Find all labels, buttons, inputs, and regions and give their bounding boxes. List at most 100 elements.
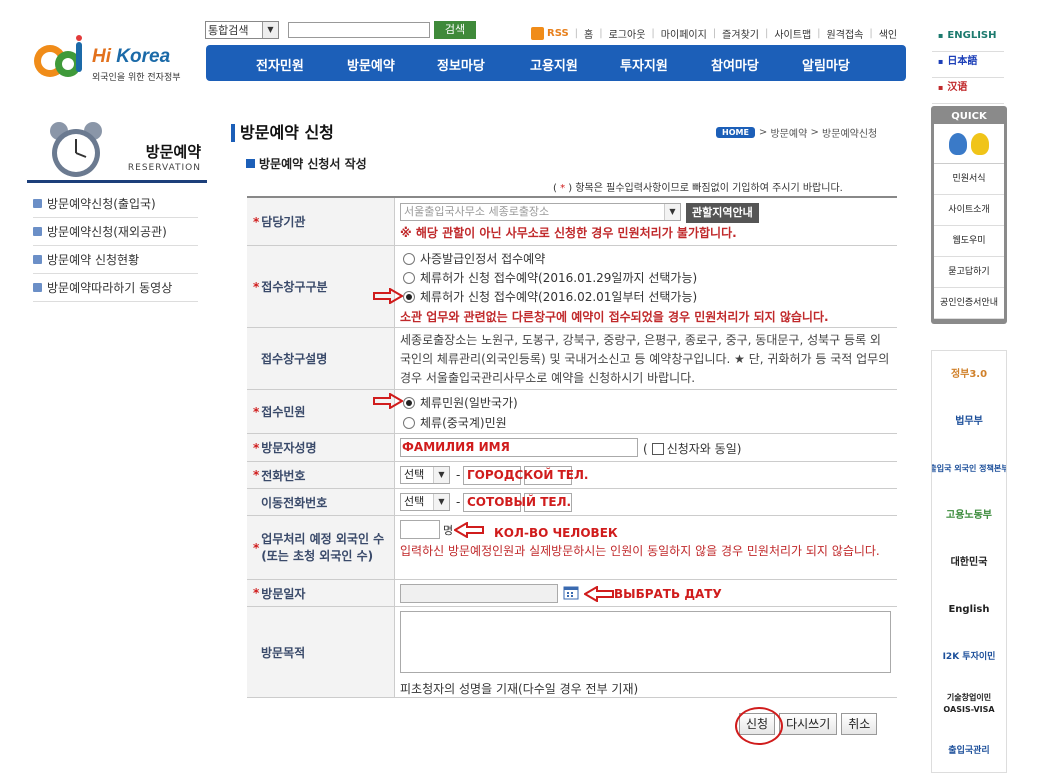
count-warning: 입력하신 방문예정인원과 실제방문하시는 인원이 동일하지 않을 경우 민원처리… <box>400 544 880 558</box>
office-warning: ※ 해당 관할이 아닌 사무소로 신청한 경우 민원처리가 불가합니다. <box>400 226 737 240</box>
banner-korea[interactable]: 대한민국 <box>932 539 1006 586</box>
home-link[interactable]: 홈 <box>584 26 593 41</box>
banner-oasis-visa[interactable]: 기술창업이민 OASIS-VISA <box>932 680 1006 727</box>
quick-certificate[interactable]: 공인인증서안내 <box>934 288 1004 319</box>
bullet-icon <box>246 159 255 168</box>
nav-visit-reservation[interactable]: 방문예약 <box>347 55 395 74</box>
chevron-down-icon: ▼ <box>433 494 449 510</box>
banner-ministry-justice[interactable]: 법무부 <box>932 398 1006 445</box>
radio-stay-chinese[interactable]: 체류(중국계)민원 <box>403 414 507 431</box>
bullet-icon <box>33 227 42 236</box>
visit-date-input[interactable] <box>400 584 558 603</box>
jurisdiction-info-button[interactable]: 관할지역안내 <box>686 203 759 223</box>
nav-notice[interactable]: 알림마당 <box>802 55 850 74</box>
dash: - <box>456 495 461 509</box>
row-visit-date: * 방문일자 ВЫБРАТЬ ДАТУ <box>247 580 897 607</box>
search-bar: 통합검색 ▼ 검색 <box>205 20 476 40</box>
visit-purpose-textarea[interactable] <box>400 611 891 673</box>
chevron-down-icon: ▼ <box>433 467 449 483</box>
phone-annotation: ГОРОДСКОЙ ТЕЛ. <box>467 468 589 482</box>
foreigner-count-input[interactable] <box>400 520 440 539</box>
breadcrumb-current: 방문예약신청 <box>822 129 878 140</box>
nav-e-civil[interactable]: 전자민원 <box>256 55 304 74</box>
nav-information[interactable]: 정보마당 <box>437 55 485 74</box>
dash: - <box>456 468 461 482</box>
radio-stay-permit-from-0201[interactable]: 체류허가 신청 접수예약(2016.02.01일부터 선택가능) <box>403 288 697 305</box>
banner-gov30[interactable]: 정부3.0 <box>932 351 1006 398</box>
quick-site-intro[interactable]: 사이트소개 <box>934 195 1004 226</box>
cancel-button[interactable]: 취소 <box>841 713 878 735</box>
side-item-reservation-status[interactable]: 방문예약 신청현황 <box>33 246 198 274</box>
radio-checked-icon <box>403 290 415 303</box>
radio-icon <box>403 252 415 265</box>
side-item-tutorial-video[interactable]: 방문예약따라하기 동영상 <box>33 274 198 302</box>
label-mobile: 이동전화번호 <box>247 489 395 515</box>
site-logo[interactable]: Hi Korea 외국인을 위한 전자정부 <box>32 34 192 86</box>
index-link[interactable]: 색인 <box>879 26 897 41</box>
language-menu: ENGLISH 日本語 汉语 <box>932 26 1004 104</box>
label-office: * 담당기관 <box>247 198 395 245</box>
banner-labor[interactable]: 고용노동부 <box>932 492 1006 539</box>
main-navigation: 전자민원 방문예약 정보마당 고용지원 투자지원 참여마당 알림마당 <box>206 45 906 81</box>
phone-area-select[interactable]: 선택 ▼ <box>400 466 450 484</box>
remote-access-link[interactable]: 원격접속 <box>827 26 864 41</box>
side-item-reserve-immigration[interactable]: 방문예약신청(출입국) <box>33 190 198 218</box>
counter-description-text: 세종로출장소는 노원구, 도봉구, 강북구, 중랑구, 은평구, 종로구, 중구… <box>400 333 890 385</box>
nav-participation[interactable]: 참여마당 <box>711 55 759 74</box>
red-arrow-left-icon <box>584 586 614 602</box>
search-scope-select[interactable]: 통합검색 ▼ <box>205 21 279 39</box>
search-input[interactable] <box>288 22 430 38</box>
label-foreigner-count: * 업무처리 예정 외국인 수 (또는 초청 외국인 수) <box>247 516 395 579</box>
submit-button[interactable]: 신청 <box>739 713 776 735</box>
radio-stay-general[interactable]: 체류민원(일반국가) <box>403 394 518 411</box>
office-select[interactable]: 서울출입국사무소 세종로출장소 ▼ <box>400 203 681 221</box>
row-visitor-name: * 방문자성명 ФАМИЛИЯ ИМЯ ( 신청자와 동일) <box>247 434 897 462</box>
nav-investment[interactable]: 투자지원 <box>620 55 668 74</box>
breadcrumb-item[interactable]: 방문예약 <box>770 125 807 140</box>
lang-japanese[interactable]: 日本語 <box>932 52 1004 78</box>
chevron-down-icon: ▼ <box>262 22 278 38</box>
radio-checked-icon <box>403 396 415 409</box>
page-title: 방문예약 신청 <box>231 124 334 142</box>
radio-stay-permit-until-0129[interactable]: 체류허가 신청 접수예약(2016.01.29일까지 선택가능) <box>403 269 697 286</box>
banner-immigration-office[interactable]: 출입국관리 <box>932 727 1006 772</box>
quick-web-helper[interactable]: 웹도우미 <box>934 226 1004 257</box>
favorites-link[interactable]: 즐겨찾기 <box>722 26 759 41</box>
form-subtitle: 방문예약 신청서 작성 <box>246 155 367 172</box>
lang-english[interactable]: ENGLISH <box>932 26 1004 52</box>
bullet-icon <box>33 199 42 208</box>
lang-chinese[interactable]: 汉语 <box>932 78 1004 104</box>
quick-qna[interactable]: 묻고답하기 <box>934 257 1004 288</box>
quick-menu-title: QUICK MENU <box>951 111 987 137</box>
brand-name: Hi Korea <box>92 46 171 67</box>
quick-forms[interactable]: 민원서식 <box>934 164 1004 195</box>
form-buttons: 신청 다시쓰기 취소 <box>739 713 878 735</box>
banner-immigration[interactable]: 출입국 외국인 정책본부 <box>932 445 1006 492</box>
sitemap-link[interactable]: 사이트맵 <box>774 26 811 41</box>
mobile-prefix-select[interactable]: 선택 ▼ <box>400 493 450 511</box>
banner-i2k[interactable]: I2K 투자이민 <box>932 633 1006 680</box>
same-as-applicant-checkbox[interactable] <box>651 442 664 455</box>
logout-link[interactable]: 로그아웃 <box>609 26 646 41</box>
calendar-icon[interactable] <box>563 585 579 600</box>
count-unit: 명 <box>443 524 454 537</box>
mypage-link[interactable]: 마이페이지 <box>661 26 707 41</box>
row-visit-purpose: 방문목적 피초청자의 성명을 기재(다수일 경우 전부 기재) <box>247 607 897 698</box>
brand-tagline: 외국인을 위한 전자정부 <box>92 73 181 83</box>
quick-menu: QUICK MENU 민원서식 사이트소개 웹도우미 묻고답하기 공인인증서안내 <box>931 106 1007 324</box>
utility-links: RSS | 홈 | 로그아웃 | 마이페이지 | 즐겨찾기 | 사이트맵 | 원격접속 | 색… <box>531 26 897 41</box>
row-office: * 담당기관 서울출입국사무소 세종로출장소 ▼ 관할지역안내 ※ 해당 관할이 아… <box>247 198 897 246</box>
search-button[interactable]: 검색 <box>434 21 476 39</box>
bullet-icon <box>33 255 42 264</box>
nav-employment[interactable]: 고용지원 <box>530 55 578 74</box>
radio-visa-confirmation[interactable]: 사증발급인정서 접수예약 <box>403 250 545 267</box>
rss-link[interactable]: RSS <box>531 27 569 40</box>
reset-button[interactable]: 다시쓰기 <box>779 713 838 735</box>
hikorea-logo-icon <box>34 35 82 77</box>
side-navigation: 방문예약신청(출입국) 방문예약신청(재외공관) 방문예약 신청현황 방문예약따… <box>33 190 198 302</box>
radio-icon <box>403 271 415 284</box>
breadcrumb-home[interactable]: HOME <box>716 127 755 138</box>
banner-korea-english[interactable]: English <box>932 586 1006 633</box>
side-item-reserve-embassy[interactable]: 방문예약신청(재외공관) <box>33 218 198 246</box>
banner-list: 정부3.0 법무부 출입국 외국인 정책본부 고용노동부 대한민국 Englis… <box>931 350 1007 773</box>
